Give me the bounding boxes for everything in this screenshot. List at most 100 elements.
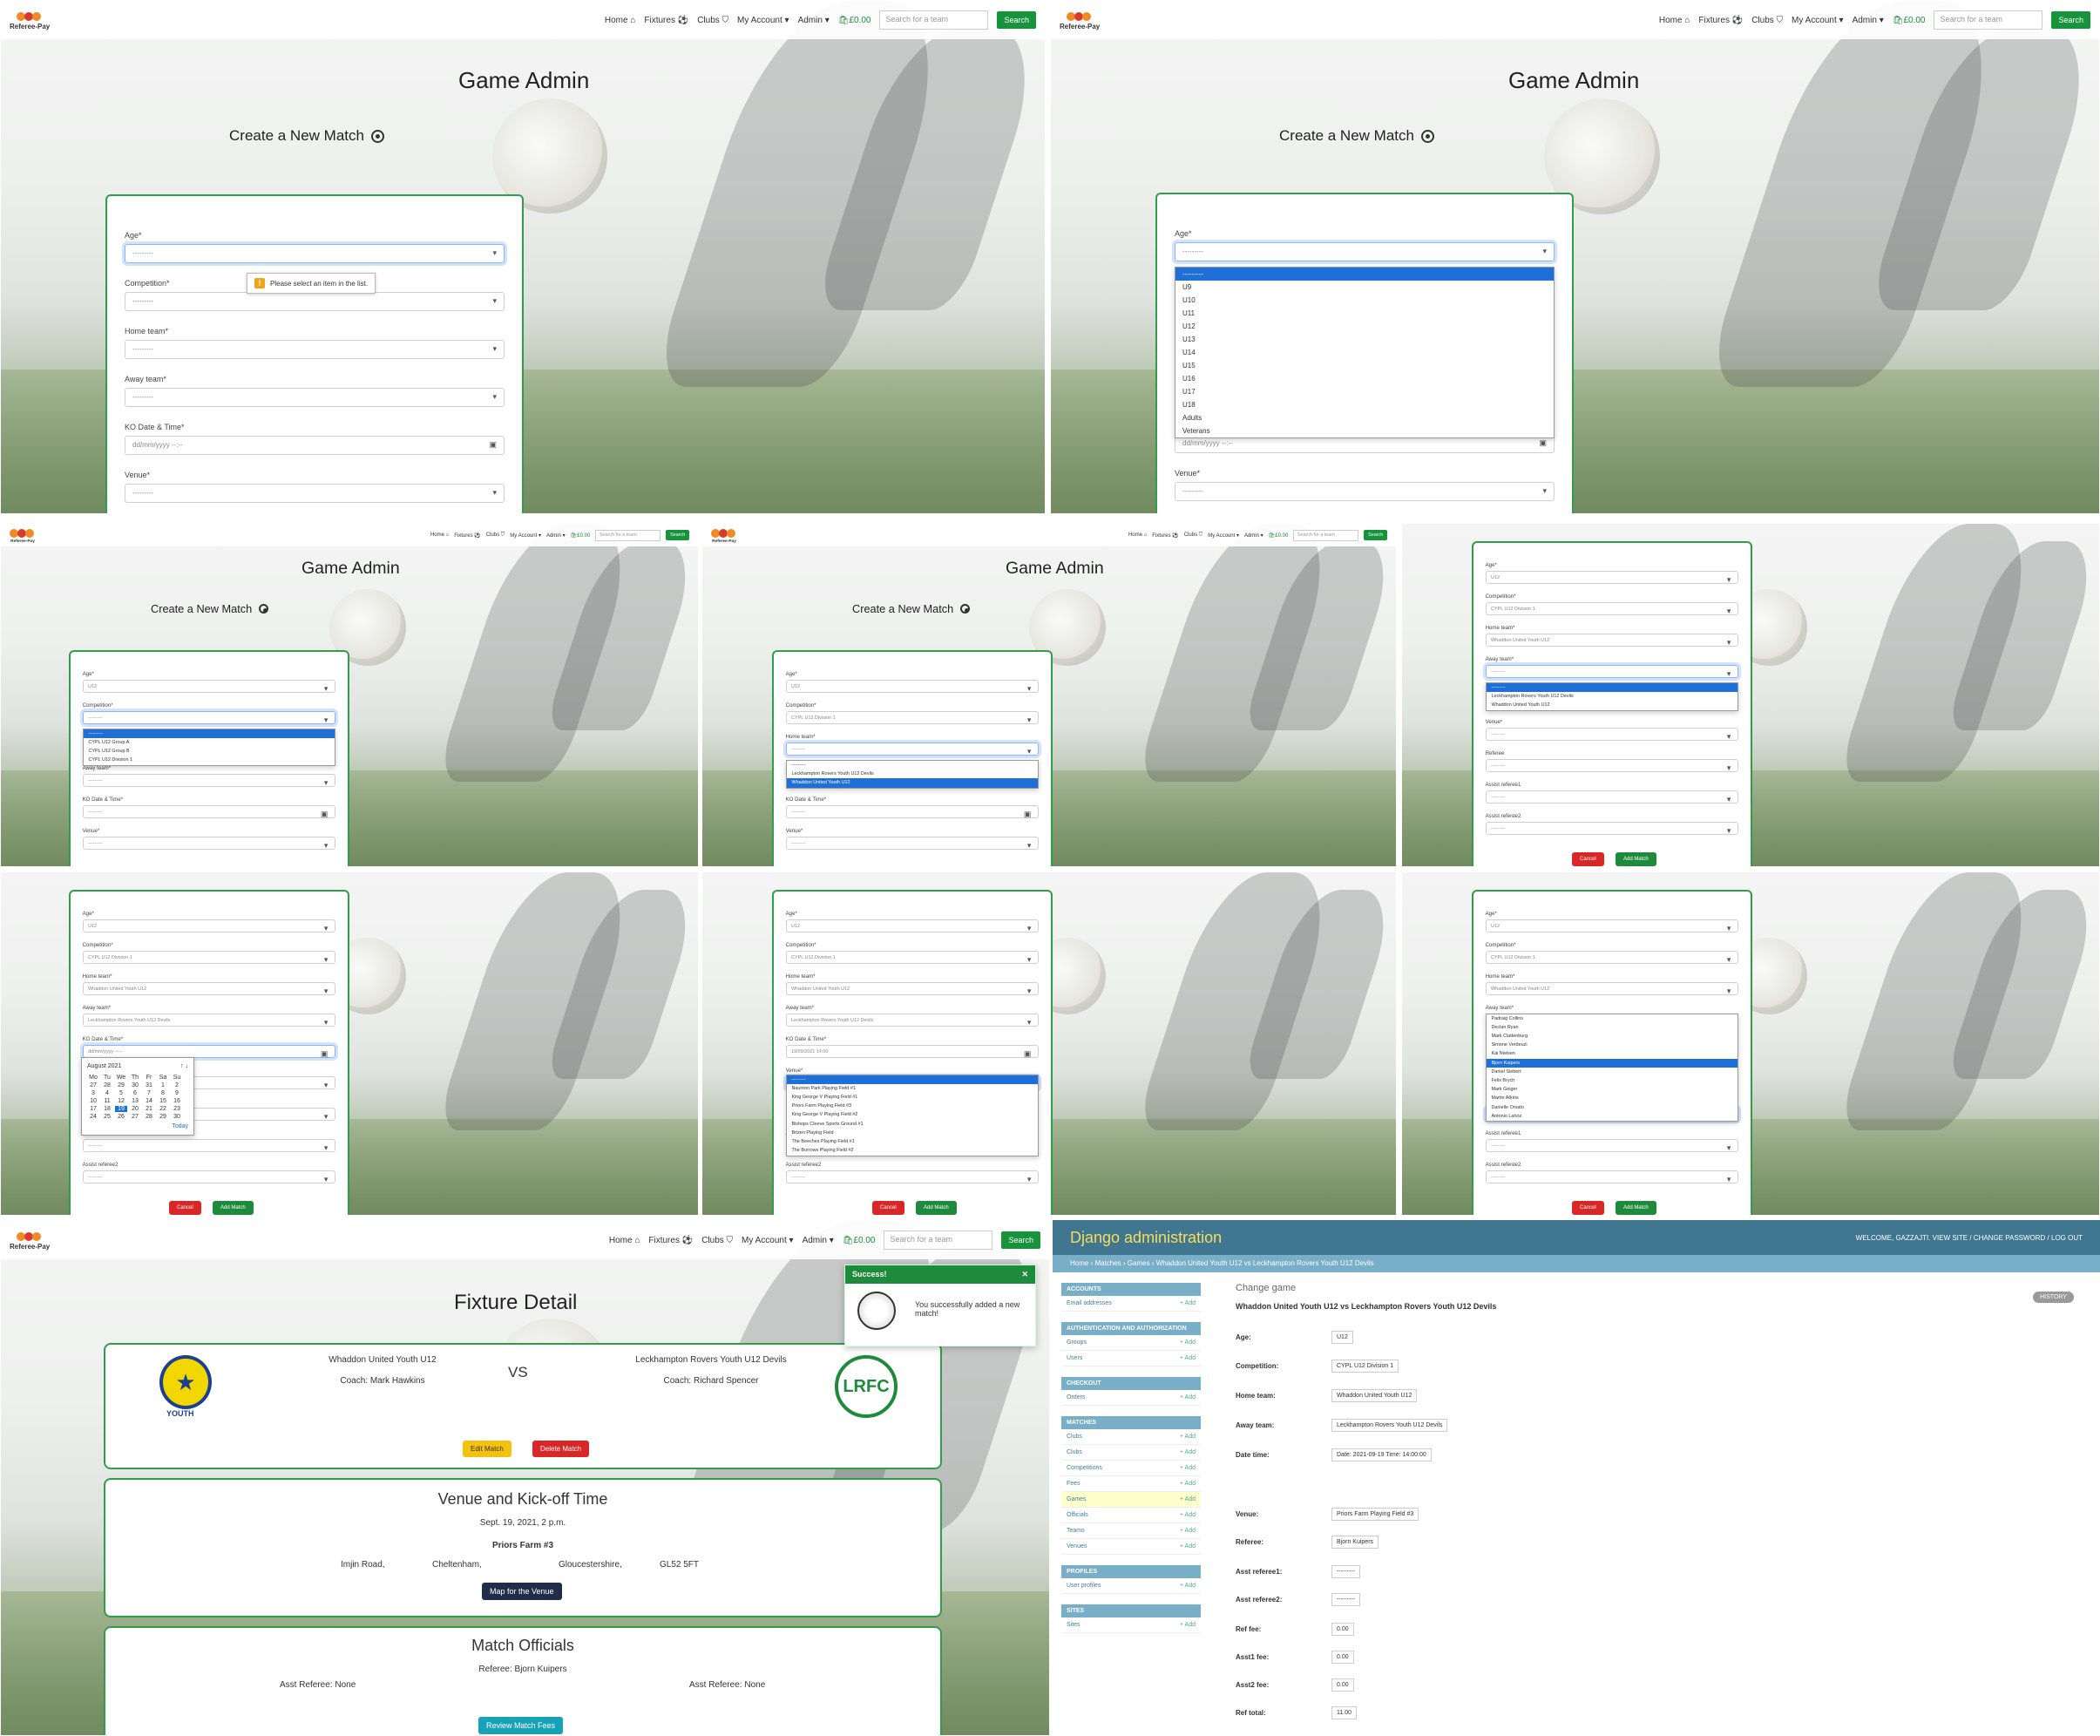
dropdown-list[interactable]: --------- Leckhampton Rovers Youth U12 De… [1486, 682, 1738, 711]
add-match-button[interactable]: Add Match [916, 1201, 957, 1215]
module-row[interactable]: Email addresses + Add [1061, 1296, 1201, 1312]
dropdown-option[interactable]: King George V Playing Field #2 [787, 1111, 1038, 1120]
calendar-day[interactable]: 21 [143, 1106, 155, 1112]
age-select[interactable]: U12 [82, 680, 336, 694]
nav-account[interactable]: My Account ▾ [1208, 532, 1239, 539]
calendar-day[interactable]: 16 [171, 1098, 183, 1104]
dropdown-option[interactable]: U13 [1175, 333, 1554, 346]
module-row[interactable]: Venues + Add [1061, 1539, 1201, 1555]
django-brand[interactable]: Django administration [1070, 1229, 1222, 1247]
assist-referee2-select[interactable]: --------- [1485, 822, 1739, 836]
nav-search-button[interactable]: Search [666, 530, 689, 541]
field-input[interactable]: Whaddon United Youth U12 [1331, 1389, 1418, 1402]
calendar-day[interactable]: 28 [101, 1082, 113, 1088]
dropdown-option[interactable]: Whaddon United Youth U12 [787, 778, 1038, 788]
age-select[interactable]: U12 [785, 680, 1040, 694]
site-logo[interactable]: Referee-Pay [10, 1231, 50, 1251]
model-link[interactable]: Clubs [1067, 1449, 1082, 1455]
calendar-day[interactable]: 10 [87, 1098, 99, 1104]
nav-home[interactable]: Home ⌂ [605, 16, 636, 25]
age-select[interactable]: U12 [82, 919, 336, 933]
dropdown-list[interactable]: --------- CYPL U12 Group A CYPL U12 Group … [83, 729, 335, 766]
nav-search-input[interactable]: Search for a team [879, 10, 989, 30]
dropdown-option[interactable]: Bjorn Kuipers [1487, 1058, 1738, 1068]
dropdown-option[interactable]: U14 [1175, 346, 1554, 359]
dropdown-list[interactable]: --------- Leckhampton Rovers Youth U12 De… [786, 760, 1039, 789]
nav-search-button[interactable]: Search [2051, 11, 2090, 29]
assist-referee2-select[interactable]: --------- [785, 1170, 1040, 1184]
home-team-select[interactable]: --------- [125, 340, 505, 359]
add-link[interactable]: + Add [1180, 1543, 1196, 1550]
add-link[interactable]: + Add [1180, 1465, 1196, 1471]
review-fees-button[interactable]: Review Match Fees [478, 1717, 564, 1734]
dropdown-list[interactable]: --------- U9 U10 U11 U12 U13 U14 U15 U16 U17 U18 Ad… [1175, 267, 1555, 438]
add-match-button[interactable]: Add Match [1616, 1201, 1656, 1215]
nav-search-button[interactable]: Search [1001, 1231, 1040, 1249]
model-link[interactable]: Games [1067, 1496, 1087, 1502]
competition-select[interactable]: CYPL U12 Division 1 [82, 951, 336, 965]
calendar-day[interactable]: 29 [157, 1114, 169, 1120]
venue-select[interactable]: --------- [1175, 482, 1555, 501]
nav-account[interactable]: My Account ▾ [737, 16, 789, 25]
nav-search-input[interactable]: Search for a team [1934, 10, 2043, 30]
basket-total[interactable]: 🛍£0.00 [1269, 532, 1289, 539]
add-link[interactable]: + Add [1180, 1528, 1196, 1534]
nav-account[interactable]: My Account ▾ [510, 532, 541, 539]
dropdown-option[interactable]: U17 [1175, 385, 1554, 398]
dropdown-option[interactable]: Martin Atkins [1487, 1095, 1738, 1103]
site-logo[interactable]: Referee-Pay [10, 10, 50, 31]
dropdown-option[interactable]: Leckhampton Rovers Youth U12 Devils [1487, 692, 1738, 701]
dropdown-option[interactable]: Simone Verdeuzi [1487, 1041, 1738, 1050]
field-input[interactable]: 0.00 [1331, 1623, 1354, 1636]
add-link[interactable]: + Add [1180, 1434, 1196, 1440]
calendar-day[interactable]: 13 [129, 1098, 141, 1104]
dropdown-option[interactable]: U15 [1175, 359, 1554, 372]
calendar-day[interactable]: 27 [129, 1114, 141, 1120]
dropdown-option[interactable]: Danielle Orsato [1487, 1103, 1738, 1112]
competition-select[interactable]: CYPL U12 Division 1 [785, 711, 1040, 725]
competition-select[interactable]: CYPL U12 Division 1 [1485, 602, 1739, 616]
nav-clubs[interactable]: Clubs ⛉ [1184, 532, 1203, 539]
dropdown-option[interactable]: U16 [1175, 372, 1554, 385]
calendar-day[interactable]: 15 [157, 1098, 169, 1104]
dropdown-option[interactable]: U10 [1175, 294, 1554, 307]
nav-fixtures[interactable]: Fixtures ⚽ [1152, 532, 1178, 539]
home-team-select[interactable]: --------- [785, 743, 1040, 756]
calendar-day[interactable]: 9 [171, 1090, 183, 1096]
calendar-day[interactable]: 25 [101, 1114, 113, 1120]
dropdown-option[interactable]: --------- [787, 1075, 1038, 1085]
module-row[interactable]: Users + Add [1061, 1351, 1201, 1366]
field-input[interactable]: 0.00 [1331, 1651, 1354, 1664]
field-input[interactable]: 11.00 [1331, 1706, 1357, 1719]
cancel-button[interactable]: Cancel [1572, 852, 1604, 866]
module-row[interactable]: Groups + Add [1061, 1335, 1201, 1351]
site-logo[interactable]: Referee-Pay [711, 527, 737, 544]
calendar-day[interactable]: 26 [115, 1114, 127, 1120]
dropdown-option[interactable]: The Beeches Playing Field #1 [787, 1137, 1038, 1146]
arrow-up-icon[interactable]: ↑ ↓ [180, 1063, 188, 1069]
dropdown-option[interactable]: Kai Nielsen [1487, 1050, 1738, 1059]
field-input[interactable]: Date: 2021-09-19 Time: 14:00:00 [1331, 1448, 1432, 1461]
home-team-select[interactable]: Whaddon United Youth U12 [1485, 634, 1739, 648]
calendar-day[interactable]: 14 [143, 1098, 155, 1104]
dropdown-option[interactable]: Mark Geiger [1487, 1086, 1738, 1095]
dropdown-option[interactable]: --------- [84, 729, 335, 739]
calendar-day[interactable]: 3 [87, 1090, 99, 1096]
model-link[interactable]: Competitions [1067, 1465, 1102, 1471]
cancel-button[interactable]: Cancel [872, 1201, 904, 1215]
model-link[interactable]: Teams [1067, 1528, 1085, 1534]
dropdown-option[interactable]: Antonio Lahoz [1487, 1112, 1738, 1121]
away-team-select[interactable]: Leckhampton Rovers Youth U12 Devils [82, 1014, 336, 1027]
add-link[interactable]: + Add [1180, 1339, 1196, 1346]
module-row[interactable]: Sites + Add [1061, 1617, 1201, 1633]
add-match-button[interactable]: Add Match [213, 1201, 254, 1215]
dropdown-list[interactable]: --------- Naunton Park Playing Field #1 Ki… [786, 1075, 1039, 1156]
kickoff-datetime-input[interactable]: --------- [82, 805, 336, 819]
dropdown-option[interactable]: CYPL U12 Group B [84, 747, 335, 756]
dropdown-option[interactable]: Priors Farm Playing Field #3 [787, 1102, 1038, 1111]
nav-search-input[interactable]: Search for a team [1293, 529, 1359, 541]
add-link[interactable]: + Add [1180, 1583, 1196, 1589]
dropdown-option[interactable]: Declan Ryan [1487, 1023, 1738, 1032]
nav-home[interactable]: Home ⌂ [609, 1236, 640, 1245]
dropdown-option[interactable]: Mark Clattenburg [1487, 1032, 1738, 1041]
